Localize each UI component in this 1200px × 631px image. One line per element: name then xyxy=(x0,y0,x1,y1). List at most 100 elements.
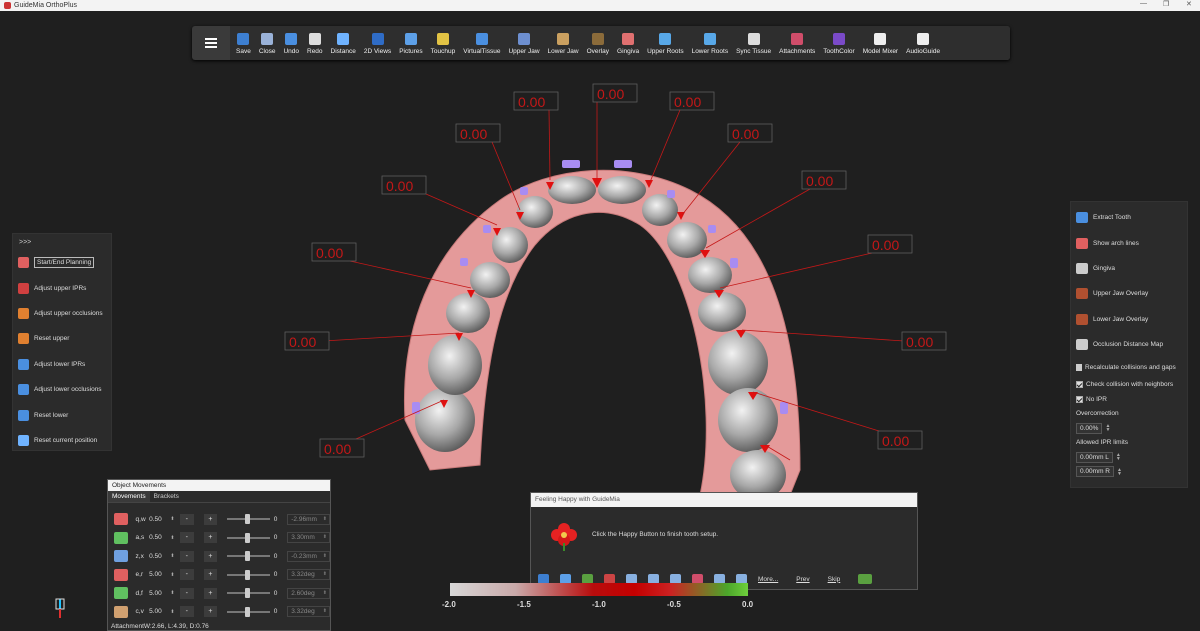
ipr-label: 0.00 xyxy=(801,170,847,190)
decrement-button[interactable]: - xyxy=(180,569,194,581)
2d-views-button[interactable]: 2D Views xyxy=(360,26,395,60)
start-end-planning-button[interactable]: Start/End Planning xyxy=(13,250,111,275)
extract-tooth-button[interactable]: Extract Tooth xyxy=(1071,205,1187,230)
movement-slider[interactable] xyxy=(227,588,270,599)
reset-upper-button[interactable]: Reset upper xyxy=(13,326,111,351)
close-button[interactable]: Close xyxy=(255,26,280,60)
gingiva-button[interactable]: Gingiva xyxy=(613,26,643,60)
pictures-button[interactable]: Pictures xyxy=(395,26,426,60)
overlay-button[interactable]: Overlay xyxy=(583,26,613,60)
lower-roots-icon xyxy=(703,33,716,45)
decrement-button[interactable]: - xyxy=(180,513,194,525)
step-value[interactable]: 0.50 xyxy=(149,534,170,541)
expand-panel-button[interactable]: >>> xyxy=(13,234,111,250)
more-link[interactable]: More... xyxy=(758,576,778,583)
increment-button[interactable]: + xyxy=(203,550,218,562)
tooth-color-button[interactable]: ToothColor xyxy=(819,26,858,60)
movement-slider[interactable] xyxy=(227,514,270,525)
spin-arrows-icon[interactable]: ▲ ▼ xyxy=(1117,467,1122,476)
prev-link[interactable]: Prev xyxy=(796,576,809,583)
touchup-button[interactable]: Touchup xyxy=(427,26,460,60)
undo-button[interactable]: Undo xyxy=(279,26,303,60)
redo-button[interactable]: Redo xyxy=(303,26,327,60)
menu-button[interactable] xyxy=(192,26,230,60)
upper-roots-button[interactable]: Upper Roots xyxy=(643,26,688,60)
decrement-button[interactable]: - xyxy=(180,606,194,618)
audio-guide-button[interactable]: AudioGuide xyxy=(902,26,944,60)
spin-arrows-icon[interactable]: ⬍ xyxy=(170,535,180,541)
lower-jaw-button[interactable]: Lower Jaw xyxy=(544,26,583,60)
ipr-limit-right-field[interactable]: 0.00mm R ▲ ▼ xyxy=(1076,464,1187,479)
show-arch-lines-button[interactable]: Show arch lines xyxy=(1071,230,1187,255)
movement-slider[interactable] xyxy=(227,551,270,562)
movement-slider[interactable] xyxy=(227,532,270,543)
decrement-button[interactable]: - xyxy=(180,587,194,599)
spin-arrows-icon[interactable]: ⬍ xyxy=(170,553,180,559)
increment-button[interactable]: + xyxy=(203,532,218,544)
movement-slider[interactable] xyxy=(227,569,270,580)
ipr-limit-right-input[interactable]: 0.00mm R xyxy=(1076,466,1114,478)
decrement-button[interactable]: - xyxy=(180,532,194,544)
virtual-tissue-button[interactable]: VirtualTissue xyxy=(459,26,504,60)
spin-arrows-icon[interactable]: ▲ ▼ xyxy=(1105,424,1110,433)
overcorrection-input[interactable]: 0.00% xyxy=(1076,422,1103,434)
step-value[interactable]: 0.50 xyxy=(149,516,170,523)
step-value[interactable]: 5.00 xyxy=(149,608,170,615)
attachments-button[interactable]: Attachments xyxy=(775,26,819,60)
adjust-lower-occlusions-button[interactable]: Adjust lower occlusions xyxy=(13,377,111,402)
slider-handle[interactable] xyxy=(245,569,251,580)
slider-handle[interactable] xyxy=(245,606,251,617)
adjust-lower-iprs-button[interactable]: Adjust lower IPRs xyxy=(13,352,111,377)
happy-finish-icon[interactable] xyxy=(858,574,873,584)
happy-flower-icon[interactable] xyxy=(549,521,579,551)
reset-current-position-button[interactable]: Reset current position xyxy=(13,428,111,453)
increment-button[interactable]: + xyxy=(203,587,218,599)
recalculate-button[interactable]: Recalculate collisions and gaps xyxy=(1071,357,1187,377)
model-mixer-button[interactable]: Model Mixer xyxy=(859,26,902,60)
model-mixer-icon xyxy=(874,33,887,45)
movement-slider[interactable] xyxy=(227,606,270,617)
slider-handle[interactable] xyxy=(245,514,251,525)
overcorrection-field[interactable]: 0.00% ▲ ▼ xyxy=(1076,421,1187,436)
ipr-limit-left-input[interactable]: 0.00mm L xyxy=(1076,451,1113,463)
lower-jaw-overlay-button[interactable]: Lower Jaw Overlay xyxy=(1071,307,1187,332)
step-value[interactable]: 5.00 xyxy=(149,571,170,578)
ipr-limit-left-field[interactable]: 0.00mm L ▲ ▼ xyxy=(1076,450,1187,465)
spin-arrows-icon[interactable]: ▲ ▼ xyxy=(1116,453,1121,462)
adjust-upper-iprs-button[interactable]: Adjust upper IPRs xyxy=(13,275,111,300)
maximize-button[interactable]: ❐ xyxy=(1163,0,1169,8)
check-neighbors-checkbox[interactable]: Check collision with neighbors xyxy=(1071,377,1187,392)
lower-roots-button[interactable]: Lower Roots xyxy=(688,26,733,60)
increment-button[interactable]: + xyxy=(203,569,218,581)
reset-lower-button[interactable]: Reset lower xyxy=(13,402,111,427)
slider-handle[interactable] xyxy=(245,532,251,543)
increment-button[interactable]: + xyxy=(203,513,218,525)
save-button[interactable]: Save xyxy=(232,26,255,60)
skip-link[interactable]: Skip xyxy=(828,576,841,583)
reset-position-icon xyxy=(18,434,29,446)
slider-handle[interactable] xyxy=(245,588,251,599)
spin-arrows-icon[interactable]: ⬍ xyxy=(170,609,180,615)
decrement-button[interactable]: - xyxy=(180,550,194,562)
no-ipr-checkbox[interactable]: No IPR xyxy=(1071,392,1187,407)
slider-handle[interactable] xyxy=(245,551,251,562)
close-window-button[interactable]: ✕ xyxy=(1186,0,1192,8)
tab-brackets[interactable]: Brackets xyxy=(150,491,183,502)
spin-arrows-icon[interactable]: ⬍ xyxy=(170,516,180,522)
step-value[interactable]: 0.50 xyxy=(149,553,170,560)
distance-button[interactable]: Distance xyxy=(327,26,360,60)
lower-occlusion-icon xyxy=(18,384,29,396)
spin-arrows-icon[interactable]: ⬍ xyxy=(170,590,180,596)
tooth-move-icon xyxy=(114,550,128,563)
minimize-button[interactable]: — xyxy=(1140,0,1147,7)
step-value[interactable]: 5.00 xyxy=(149,590,170,597)
gingiva-toggle-button[interactable]: Gingiva xyxy=(1071,256,1187,281)
upper-jaw-overlay-button[interactable]: Upper Jaw Overlay xyxy=(1071,281,1187,306)
tab-movements[interactable]: Movements xyxy=(108,491,150,502)
increment-button[interactable]: + xyxy=(203,606,218,618)
sync-tissue-button[interactable]: Sync Tissue xyxy=(732,26,775,60)
adjust-upper-occlusions-button[interactable]: Adjust upper occlusions xyxy=(13,301,111,326)
occlusion-distance-map-button[interactable]: Occlusion Distance Map xyxy=(1071,332,1187,357)
spin-arrows-icon[interactable]: ⬍ xyxy=(170,572,180,578)
upper-jaw-button[interactable]: Upper Jaw xyxy=(504,26,543,60)
